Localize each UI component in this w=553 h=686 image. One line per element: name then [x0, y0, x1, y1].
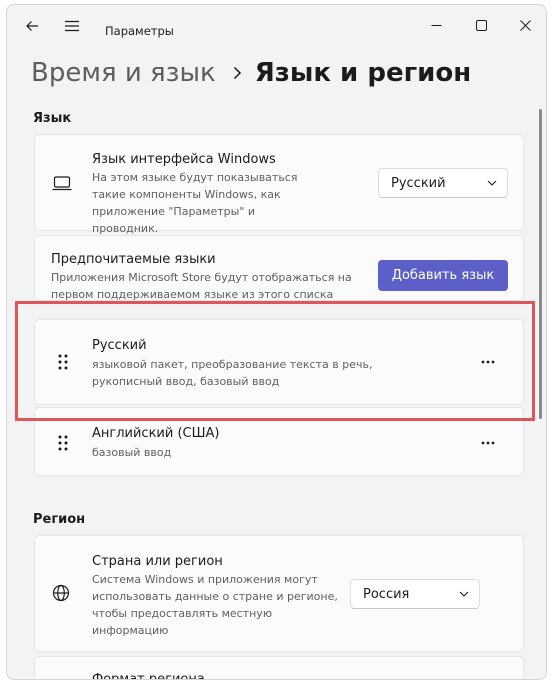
interface-language-description: На этом языке будут показываться такие к… — [92, 171, 298, 235]
globe-icon — [51, 583, 71, 603]
section-label-language: Язык — [33, 111, 72, 126]
drag-handle-icon[interactable] — [53, 351, 73, 373]
drag-handle-icon[interactable] — [53, 432, 73, 454]
country-region-dropdown[interactable]: Россия — [350, 579, 480, 609]
minimize-button[interactable] — [421, 11, 451, 39]
language-item-russian[interactable]: Русский языковой пакет, преобразование т… — [34, 319, 524, 405]
page-title: Язык и регион — [254, 58, 472, 88]
close-icon — [519, 19, 531, 31]
hamburger-menu-icon — [65, 20, 79, 32]
section-label-region: Регион — [33, 512, 86, 527]
chevron-right-icon — [233, 66, 242, 80]
maximize-icon — [475, 19, 487, 31]
preferred-languages-title: Предпочитаемые языки — [51, 252, 216, 267]
navigation-menu-button[interactable] — [59, 13, 85, 39]
scrollbar-thumb[interactable] — [539, 109, 542, 419]
more-options-button[interactable] — [475, 349, 501, 375]
language-item-english[interactable]: Английский (США) базовый ввод — [34, 407, 524, 476]
maximize-button[interactable] — [466, 11, 496, 39]
language-name: Русский — [92, 338, 147, 353]
breadcrumb-parent-link[interactable]: Время и язык — [31, 58, 216, 88]
minimize-icon — [431, 24, 441, 26]
app-title: Параметры — [105, 24, 174, 38]
monitor-icon — [51, 174, 73, 192]
interface-language-title: Язык интерфейса Windows — [92, 152, 276, 167]
preferred-languages-card: Предпочитаемые языки Приложения Microsof… — [34, 235, 524, 301]
language-name: Английский (США) — [92, 426, 220, 441]
breadcrumb: Время и язык Язык и регион — [31, 53, 471, 93]
more-options-button[interactable] — [475, 430, 501, 456]
back-arrow-icon — [26, 21, 38, 31]
close-button[interactable] — [510, 11, 540, 39]
country-region-card: Страна или регион Система Windows и прил… — [34, 535, 524, 652]
interface-language-card: Язык интерфейса Windows На этом языке бу… — [34, 134, 524, 235]
region-format-title: Формат региона — [92, 672, 205, 680]
language-features: языковой пакет, преобразование текста в … — [92, 358, 373, 388]
title-bar: Параметры — [7, 5, 546, 47]
country-region-selected: Россия — [363, 586, 410, 602]
region-format-card: Формат региона — [34, 656, 524, 680]
preferred-languages-description: Приложения Microsoft Store будут отображ… — [51, 271, 352, 301]
back-button[interactable] — [19, 13, 45, 39]
settings-content[interactable]: Язык Язык интерфейса Windows На этом язы… — [7, 105, 546, 680]
chevron-down-icon — [487, 180, 497, 186]
settings-window: Параметры Время и язык Язык и регион Язы… — [6, 4, 547, 680]
add-language-button[interactable]: Добавить язык — [378, 260, 508, 291]
more-options-icon — [481, 441, 495, 445]
language-features: базовый ввод — [92, 446, 172, 459]
more-options-icon — [481, 360, 495, 364]
country-region-description: Система Windows и приложения могут испол… — [92, 573, 338, 637]
country-region-title: Страна или регион — [92, 554, 223, 569]
chevron-down-icon — [459, 591, 469, 597]
interface-language-dropdown[interactable]: Русский — [378, 168, 508, 198]
interface-language-selected: Русский — [391, 175, 446, 191]
